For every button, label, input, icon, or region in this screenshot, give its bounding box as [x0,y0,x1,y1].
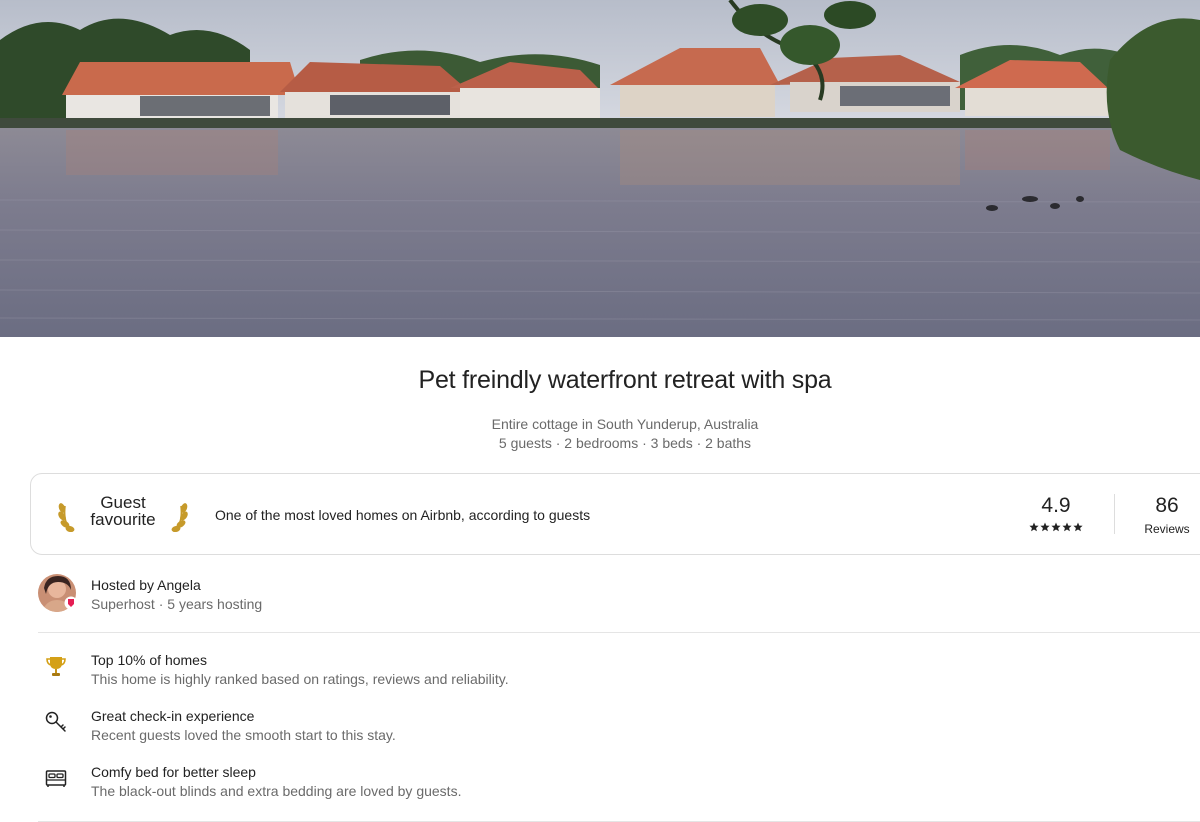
reviews-label: Reviews [1144,522,1190,536]
trophy-icon [46,657,66,676]
highlight-text: Recent guests loved the smooth start to … [91,727,396,743]
guest-favourite-description: One of the most loved homes on Airbnb, a… [215,507,591,523]
guest-favourite-badge: Guest favourite [57,492,189,536]
highlight-title: Top 10% of homes [91,652,207,668]
guest-favourite-card[interactable]: Guest favourite One of the most loved ho… [30,473,1200,555]
key-icon [45,711,66,732]
star-icon [1040,522,1050,532]
reviews-count: 86 [1155,494,1179,517]
highlight-item: Comfy bed for better sleep The black-out… [44,764,1200,804]
highlight-item: Top 10% of homes This home is highly ran… [44,652,1200,692]
superhost-badge-icon [64,596,78,610]
highlight-text: This home is highly ranked based on rati… [91,671,509,687]
laurel-left-icon [58,503,75,532]
listing-capacity: 5 guests · 2 bedrooms · 3 beds · 2 baths [498,435,752,451]
host-summary[interactable]: Hosted by Angela Superhost · 5 years hos… [38,574,1200,614]
star-icon [1062,522,1072,532]
listing-photo[interactable] [0,0,1200,337]
laurel-right-icon [171,503,188,532]
listing-type-location: Entire cottage in South Yunderup, Austra… [491,416,759,432]
rating-summary: 4.9 [1026,494,1086,532]
host-name: Hosted by Angela [91,577,201,593]
highlight-item: Great check-in experience Recent guests … [44,708,1200,748]
section-divider [38,632,1200,633]
highlight-title: Great check-in experience [91,708,255,724]
guest-favourite-label: Guest favourite [90,493,156,529]
listing-summary: Entire cottage in South Yunderup, Austra… [0,415,1200,453]
star-icon [1073,522,1083,532]
highlight-text: The black-out blinds and extra bedding a… [91,783,462,799]
star-icon [1051,522,1061,532]
waterfront-photo [0,0,1200,337]
host-meta: Superhost · 5 years hosting [91,596,263,612]
listing-title: Pet freindly waterfront retreat with spa [418,366,832,394]
rating-value: 4.9 [1041,494,1071,517]
bed-icon [45,770,67,787]
highlight-title: Comfy bed for better sleep [91,764,256,780]
rating-stars [1026,522,1086,532]
star-icon [1029,522,1039,532]
rating-divider [1114,494,1115,534]
reviews-summary[interactable]: 86 Reviews [1137,494,1197,536]
